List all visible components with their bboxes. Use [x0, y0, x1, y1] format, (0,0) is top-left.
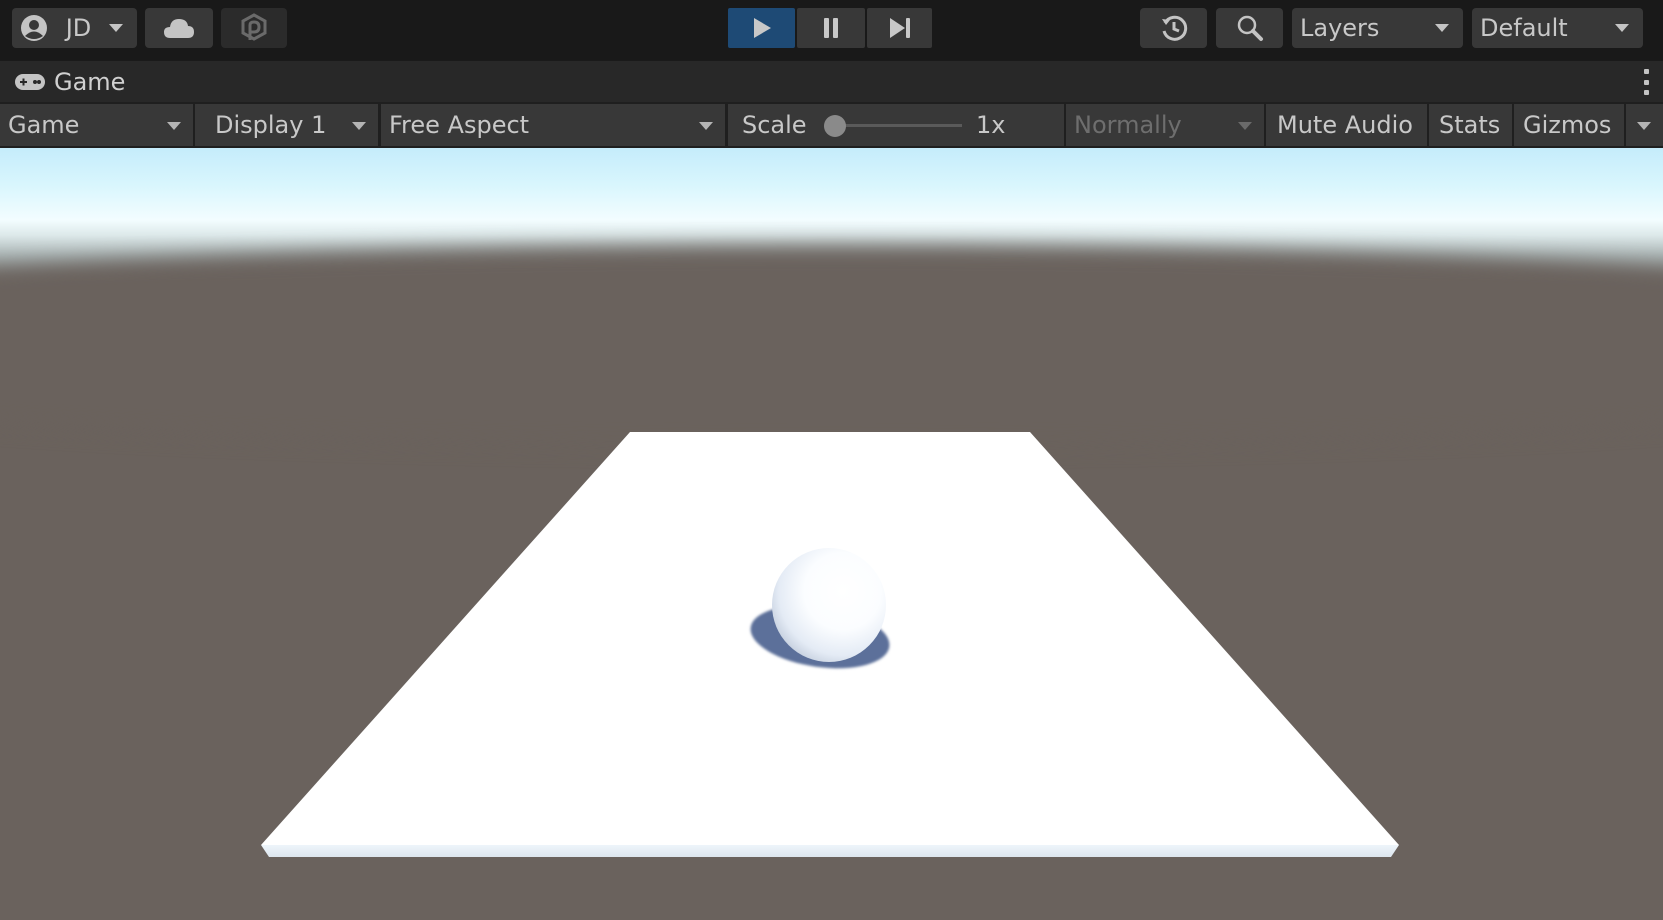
history-icon [1160, 14, 1188, 42]
pause-button[interactable] [797, 8, 865, 48]
step-icon [888, 17, 912, 39]
chevron-down-icon [1615, 24, 1629, 32]
stats-toggle[interactable]: Stats [1429, 104, 1512, 146]
scale-slider-handle[interactable] [824, 115, 846, 137]
tab-game[interactable]: Game [14, 65, 125, 99]
chevron-down-icon [352, 122, 366, 130]
gamepad-icon [14, 72, 46, 92]
scale-control: Scale 1x [728, 104, 1064, 146]
account-dropdown[interactable]: JD [12, 8, 137, 48]
tab-label: Game [54, 68, 126, 96]
step-button[interactable] [867, 8, 932, 48]
game-view-toolbar: Game Display 1 Free Aspect Scale 1x Norm… [0, 102, 1663, 148]
account-circle-icon [20, 14, 48, 42]
scene-render [261, 432, 1399, 857]
chevron-down-icon [167, 122, 181, 130]
cloud-icon [163, 17, 195, 39]
view-select-label: Game [8, 111, 80, 139]
pause-icon [821, 17, 841, 39]
aspect-label: Free Aspect [389, 111, 530, 139]
layout-label: Default [1480, 14, 1568, 42]
scale-value: 1x [976, 111, 1006, 139]
play-button[interactable] [728, 8, 795, 48]
chevron-down-icon [1238, 122, 1252, 130]
layout-dropdown[interactable]: Default [1472, 8, 1643, 48]
layers-dropdown[interactable]: Layers [1292, 8, 1463, 48]
cloud-button[interactable] [145, 8, 213, 48]
view-select-dropdown[interactable]: Game [0, 104, 193, 146]
plastic-scm-icon [240, 13, 268, 43]
layers-label: Layers [1300, 14, 1380, 42]
aspect-dropdown[interactable]: Free Aspect [381, 104, 725, 146]
chevron-down-icon [1435, 24, 1449, 32]
mute-audio-label: Mute Audio [1277, 111, 1413, 139]
account-label: JD [65, 14, 92, 42]
chevron-down-icon [109, 24, 123, 32]
chevron-down-icon [699, 122, 713, 130]
game-viewport[interactable] [0, 148, 1663, 920]
play-focus-label: Normally [1074, 111, 1182, 139]
mute-audio-toggle[interactable]: Mute Audio [1266, 104, 1427, 146]
display-label: Display 1 [215, 111, 327, 139]
search-button[interactable] [1216, 8, 1283, 48]
gizmos-menu-dropdown[interactable] [1624, 104, 1663, 146]
kebab-menu-icon[interactable] [1643, 69, 1649, 95]
search-icon [1236, 14, 1264, 42]
scale-slider-track[interactable] [836, 124, 962, 127]
main-toolbar: JD Layers Default [0, 0, 1663, 60]
gizmos-toggle[interactable]: Gizmos [1514, 104, 1624, 146]
plane-edge [261, 845, 1399, 857]
scale-label: Scale [742, 111, 807, 139]
display-dropdown[interactable]: Display 1 [195, 104, 378, 146]
stats-label: Stats [1439, 111, 1501, 139]
chevron-down-icon [1637, 122, 1651, 130]
play-icon [752, 17, 772, 39]
history-button[interactable] [1140, 8, 1207, 48]
game-tab-bar: Game [0, 60, 1663, 103]
sphere[interactable] [772, 548, 886, 662]
collaborate-button[interactable] [221, 8, 287, 48]
gizmos-label: Gizmos [1523, 111, 1612, 139]
play-focus-dropdown[interactable]: Normally [1066, 104, 1264, 146]
